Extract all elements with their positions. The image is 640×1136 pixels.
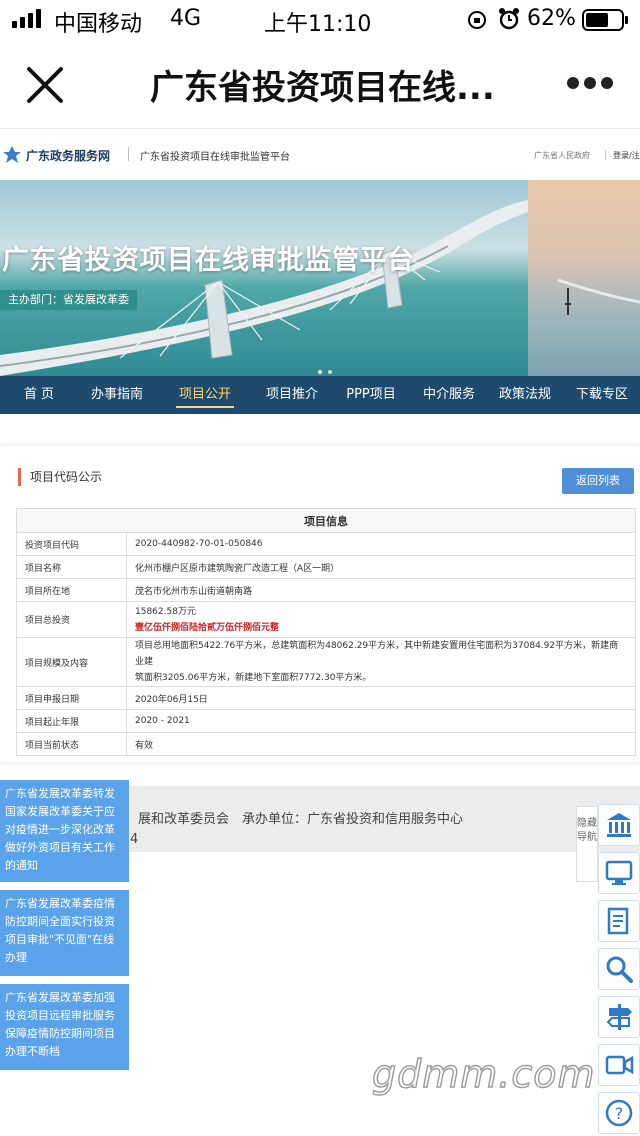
battery-percent: 62% [527,6,576,31]
row-label: 项目所在地 [16,578,127,602]
search-icon[interactable] [598,948,640,990]
table-header: 项目信息 [16,508,636,533]
video-icon[interactable] [598,1044,640,1086]
row-label: 项目名称 [16,555,127,579]
document-icon[interactable] [598,900,640,942]
table-row: 项目名称 化州市棚户区原市建筑陶瓷厂改造工程（A区一期） [16,555,636,579]
nav-item-agency[interactable]: 中介服务 [410,376,488,414]
hero-banner: 广东省投资项目在线审批监管平台 主办部门：省发展改革委 [0,180,640,376]
nav-item-download[interactable]: 下载专区 [564,376,640,414]
row-value: 2020 - 2021 [126,709,636,733]
nav-bar: 广东省投资项目在线... [0,40,640,128]
notice-item[interactable]: 广东省发展改革委转发国家发展改革委关于应对疫情进一步深化改革做好外资项目有关工作… [0,780,129,882]
row-label: 项目当前状态 [16,732,127,756]
svg-text:?: ? [615,1104,624,1123]
help-icon[interactable]: ? [598,1092,640,1134]
table-row: 项目当前状态 有效 [16,732,636,756]
project-info-card: 项目代码公示 返回列表 项目信息 投资项目代码 2020-440982-70-0… [0,446,640,762]
section-title: 项目代码公示 [18,468,102,486]
row-label: 项目申报日期 [16,686,127,710]
row-value: 15862.58万元 壹亿伍仟捌佰陆拾贰万伍仟捌佰元整 [126,601,636,638]
investment-amount: 15862.58万元 [135,606,196,617]
row-label: 项目起止年限 [16,709,127,733]
table-row: 项目申报日期 2020年06月15日 [16,686,636,710]
table-row: 项目起止年限 2020 - 2021 [16,709,636,733]
row-label: 项目总投资 [16,601,127,638]
login-link[interactable]: 登录/注 [613,150,640,161]
nav-item-policy[interactable]: 政策法规 [486,376,564,414]
main-nav: 首 页 办事指南 项目公开 项目推介 PPP项目 中介服务 政策法规 下载专区 [0,376,640,414]
row-label: 投资项目代码 [16,532,127,556]
battery-icon [582,9,628,31]
status-bar: 中国移动 4G 上午11:10 62% [0,0,640,40]
signpost-icon[interactable] [598,996,640,1038]
project-info-table: 项目信息 投资项目代码 2020-440982-70-01-050846 项目名… [16,508,636,756]
investment-amount-uppercase: 壹亿伍仟捌佰陆拾贰万伍仟捌佰元整 [135,622,280,633]
scope-line-1: 项目总用地面积5422.76平方米，总建筑面积为48062.29平方米，其中新建… [135,641,619,667]
row-value: 化州市棚户区原市建筑陶瓷厂改造工程（A区一期） [126,555,636,579]
gov-logo-icon [3,146,21,163]
row-value: 有效 [126,732,636,756]
banner-slide-2 [528,180,640,376]
carrier-label: 中国移动 [54,12,143,37]
nav-item-guide[interactable]: 办事指南 [78,376,156,414]
network-label: 4G [170,6,202,31]
footer-text: 展和改革委员会 承办单位：广东省投资和信用服务中心 [138,812,464,827]
row-label: 项目规模及内容 [16,637,127,687]
scope-line-2: 筑面积3205.06平方米，新建地下室面积7772.30平方米。 [135,673,372,683]
row-value: 2020年06月15日 [126,686,636,710]
nav-item-project-promo[interactable]: 项目推介 [252,376,332,414]
monitor-icon[interactable] [598,852,640,894]
page-title: 广东省投资项目在线... [150,68,495,108]
site-header: 广东政务服务网 广东省投资项目在线审批监管平台 广东省人民政府 登录/注 [0,128,640,180]
table-row: 项目所在地 茂名市化州市东山街道朝南路 [16,578,636,602]
watermark: gdmm.com [371,1051,596,1096]
nav-item-project-public[interactable]: 项目公开 [166,376,244,414]
carousel-dot[interactable] [318,370,322,374]
notice-item[interactable]: 广东省发展改革委加强投资项目远程审批服务保障疫情防控期间项目办理不断档 [0,984,129,1070]
banner-title: 广东省投资项目在线审批监管平台 [2,245,415,276]
nav-item-home[interactable]: 首 页 [0,376,78,414]
bridge-illustration [0,200,528,376]
back-to-list-button[interactable]: 返回列表 [562,468,634,494]
header-divider-2 [605,150,606,160]
nav-item-ppp[interactable]: PPP项目 [332,376,410,414]
more-icon[interactable] [566,76,614,90]
table-row: 项目总投资 15862.58万元 壹亿伍仟捌佰陆拾贰万伍仟捌佰元整 [16,601,636,638]
bank-icon[interactable] [598,804,640,846]
close-icon[interactable] [26,66,64,104]
header-divider [128,147,129,161]
site-logo-text[interactable]: 广东政务服务网 [26,147,110,164]
notice-item[interactable]: 广东省发展改革委疫情防控期间全面实行投资项目审批"不见面"在线办理 [0,890,129,976]
row-value: 项目总用地面积5422.76平方米，总建筑面积为48062.29平方米，其中新建… [126,637,636,687]
gov-link[interactable]: 广东省人民政府 [534,150,590,161]
row-value: 2020-440982-70-01-050846 [126,532,636,556]
banner-subtitle: 主办部门：省发展改革委 [0,290,137,310]
footer-text-2: 4 [130,832,139,847]
alarm-icon [499,8,519,30]
hide-nav-toggle[interactable]: 隐藏导航 [576,806,598,882]
clock: 上午11:10 [264,12,372,37]
table-row: 项目规模及内容 项目总用地面积5422.76平方米，总建筑面积为48062.29… [16,637,636,687]
row-value: 茂名市化州市东山街道朝南路 [126,578,636,602]
platform-name: 广东省投资项目在线审批监管平台 [140,152,290,163]
table-row: 投资项目代码 2020-440982-70-01-050846 [16,532,636,556]
carousel-dot[interactable] [328,370,332,374]
rotation-lock-icon [468,11,486,29]
